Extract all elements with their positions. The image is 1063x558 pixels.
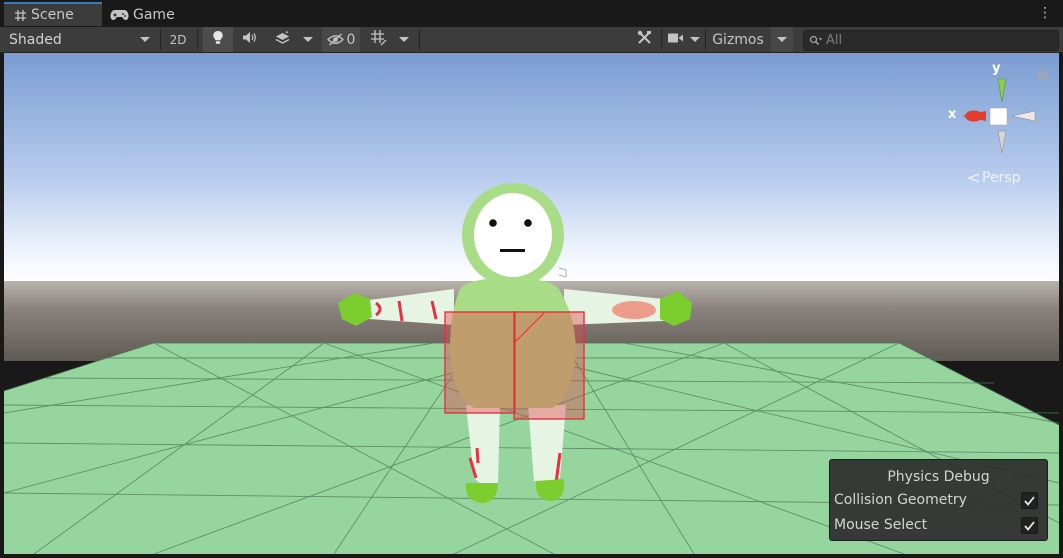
camera-dropdown[interactable] xyxy=(686,27,704,52)
chevron-down-icon xyxy=(777,37,787,42)
tab-scene-label: Scene xyxy=(31,7,74,23)
effects-dropdown[interactable] xyxy=(299,27,317,52)
chevron-left-icon xyxy=(967,173,980,183)
chevron-down-icon xyxy=(140,37,150,42)
speaker-icon xyxy=(242,31,258,48)
2d-toggle-button[interactable]: 2D xyxy=(164,27,192,52)
2d-label: 2D xyxy=(169,32,187,47)
lighting-toggle-button[interactable] xyxy=(203,27,233,52)
tab-game[interactable]: Game xyxy=(110,3,190,27)
search-field[interactable]: All xyxy=(803,30,1059,51)
chevron-down-icon xyxy=(303,37,313,42)
grid-snap-toggle-button[interactable] xyxy=(364,27,392,52)
collision-geometry-checkbox[interactable] xyxy=(1021,492,1038,509)
tools-icon xyxy=(637,30,652,49)
divider xyxy=(705,29,706,50)
camera-icon xyxy=(667,32,684,48)
divider xyxy=(661,29,662,50)
tab-scene[interactable]: Scene xyxy=(4,2,102,26)
gizmos-label: Gizmos xyxy=(712,31,764,48)
gizmos-dropdown[interactable] xyxy=(771,27,793,52)
collision-boxes xyxy=(444,311,585,420)
tools-button[interactable] xyxy=(630,27,658,52)
more-options-icon[interactable]: ⋮ xyxy=(1038,5,1053,21)
layers-icon xyxy=(275,30,290,49)
checkmark-icon xyxy=(1024,495,1035,506)
chevron-down-icon xyxy=(399,37,409,42)
divider xyxy=(160,29,161,50)
grid-dropdown[interactable] xyxy=(394,27,414,52)
gizmos-button[interactable]: Gizmos xyxy=(707,27,769,52)
hidden-count: 0 xyxy=(346,31,356,48)
shading-mode-label: Shaded xyxy=(9,31,62,48)
search-icon xyxy=(809,35,822,46)
projection-toggle[interactable]: Persp xyxy=(967,170,1021,186)
search-placeholder: All xyxy=(826,33,843,48)
tab-bar: Scene Game ⋮ xyxy=(0,0,1063,27)
mouse-select-checkbox[interactable] xyxy=(1021,517,1038,534)
gizmo-x-label: x xyxy=(948,107,957,122)
checkmark-icon xyxy=(1024,520,1035,531)
grid-snap-icon xyxy=(370,29,387,50)
divider xyxy=(197,29,198,50)
mouse-select-label: Mouse Select xyxy=(834,517,928,533)
divider xyxy=(419,29,420,50)
physics-debug-panel: Physics Debug Collision Geometry Mouse S… xyxy=(829,459,1048,541)
chevron-down-icon xyxy=(690,37,700,42)
projection-label: Persp xyxy=(982,170,1021,186)
gamepad-icon xyxy=(110,9,129,21)
audio-toggle-button[interactable] xyxy=(236,27,264,52)
shading-mode-dropdown[interactable]: Shaded xyxy=(4,27,156,52)
scene-visibility-button[interactable]: 0 xyxy=(322,27,360,52)
tab-game-label: Game xyxy=(133,7,175,23)
physics-debug-title: Physics Debug xyxy=(887,469,990,485)
gizmo-y-label: y xyxy=(992,61,1001,76)
effects-toggle-button[interactable] xyxy=(268,27,296,52)
collision-geometry-label: Collision Geometry xyxy=(834,492,967,508)
grid-icon xyxy=(14,9,27,22)
camera-settings-button[interactable] xyxy=(664,27,686,52)
lightbulb-icon xyxy=(212,30,224,49)
eye-crossed-icon xyxy=(326,33,344,46)
